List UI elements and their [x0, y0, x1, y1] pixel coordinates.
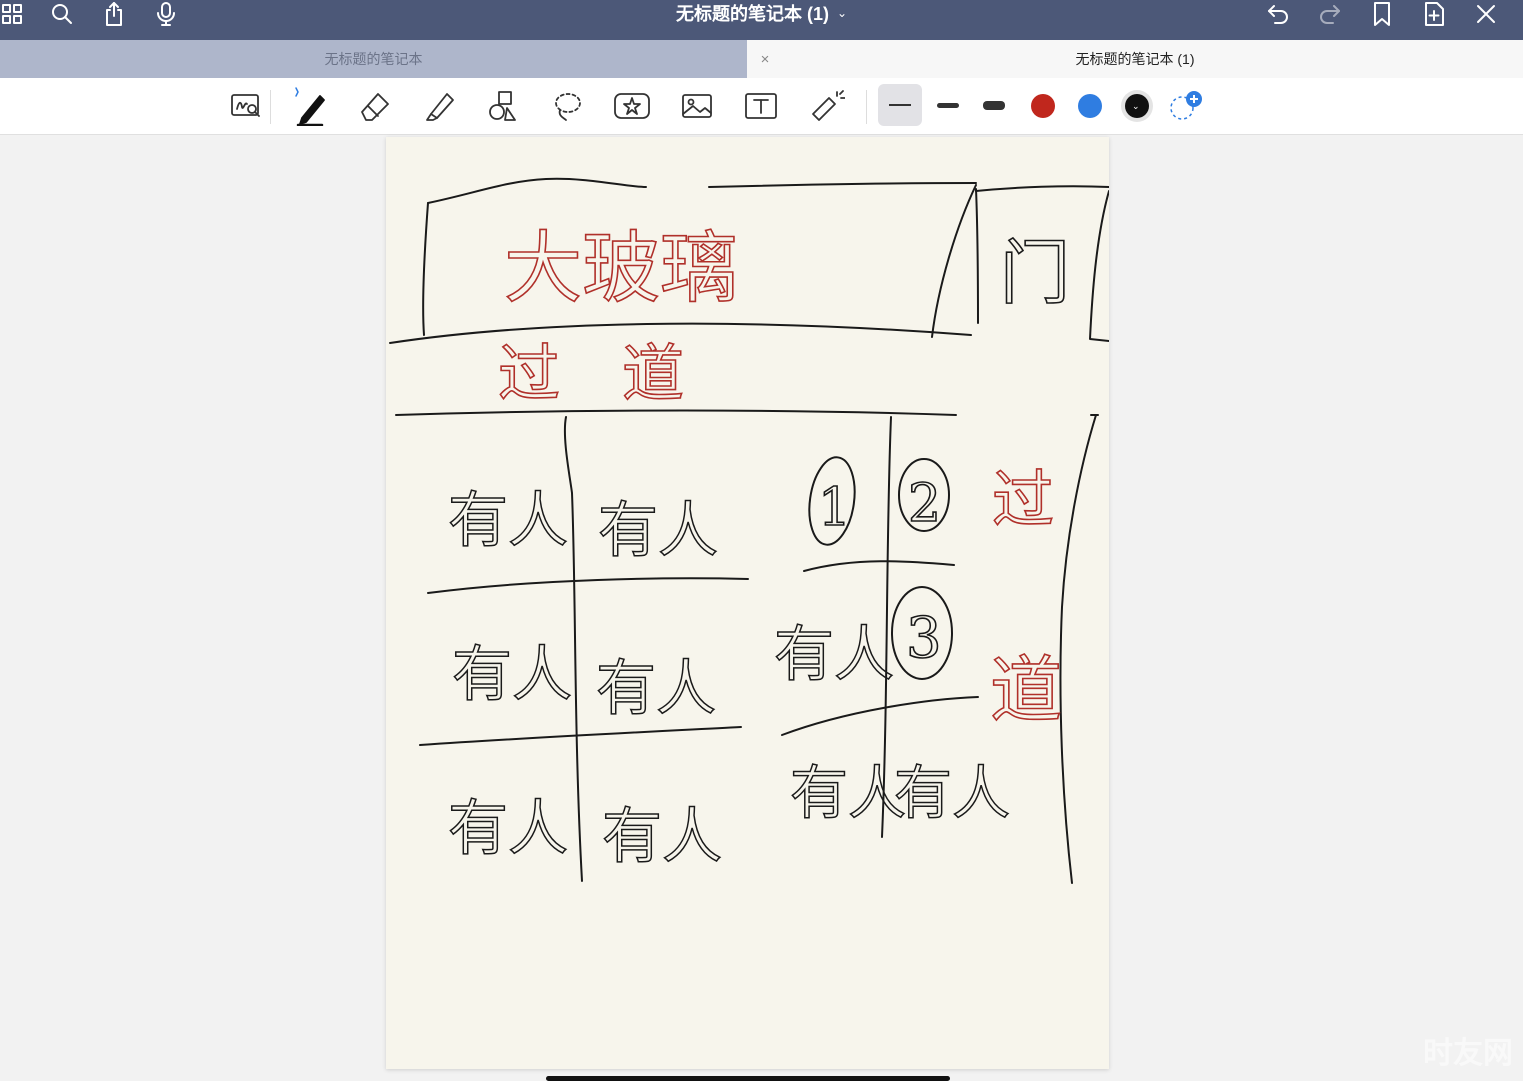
chevron-down-icon: ⌄: [836, 6, 848, 20]
drawing-toolbar: ⌄: [0, 78, 1523, 135]
seat-occupied-text: 有人: [448, 794, 568, 864]
zoom-window-tool[interactable]: [224, 86, 268, 126]
seat-occupied-text: 有人: [448, 486, 568, 556]
stroke-width-medium[interactable]: [928, 84, 968, 126]
tab-label: 无标题的笔记本 (1): [1075, 51, 1195, 67]
aisle-horizontal-text: 过 道: [498, 337, 684, 410]
close-icon[interactable]: [1466, 0, 1506, 28]
seat-occupied-text: 有人: [596, 654, 716, 724]
toolbar-divider: [270, 90, 271, 124]
seat-number-1: 1: [818, 478, 851, 538]
aisle-vertical-bottom-text: 道: [990, 648, 1062, 732]
color-red-swatch[interactable]: [1031, 94, 1055, 118]
image-tool[interactable]: [675, 86, 719, 126]
stroke-width-thin[interactable]: [878, 84, 922, 126]
color-black-swatch[interactable]: ⌄: [1121, 90, 1153, 122]
bookmark-icon[interactable]: [1362, 0, 1402, 28]
undo-icon[interactable]: [1258, 0, 1298, 28]
aisle-vertical-top-text: 过: [992, 463, 1054, 536]
highlighter-tool[interactable]: [417, 86, 461, 126]
seat-occupied-text: 有人: [894, 759, 1010, 827]
title-bar: 无标题的笔记本 (1) ⌄: [0, 0, 1523, 40]
seat-occupied-text: 有人: [774, 620, 894, 690]
chevron-down-icon: ⌄: [1132, 101, 1140, 111]
shapes-tool[interactable]: [481, 86, 525, 126]
title-window-text: 大玻璃: [504, 224, 738, 314]
seat-number-3: 3: [906, 606, 942, 671]
watermark-logo: 时友网: [1423, 1037, 1513, 1070]
add-page-icon[interactable]: [1414, 0, 1454, 28]
tab-label: 无标题的笔记本: [324, 51, 423, 67]
color-blue-swatch[interactable]: [1078, 94, 1102, 118]
document-title-text: 无标题的笔记本 (1): [675, 4, 829, 24]
toolbar-divider: [866, 90, 867, 124]
stroke-width-thick[interactable]: [974, 84, 1014, 126]
seat-occupied-text: 有人: [598, 496, 718, 566]
home-indicator: [546, 1076, 950, 1081]
tab-close-icon[interactable]: ×: [756, 49, 774, 69]
pen-tool[interactable]: [288, 86, 332, 126]
handwriting-layer: 大玻璃 过 道 过 道 门 1 2 3 有人 有人 有人 有人 有人 有人 有人…: [389, 177, 1109, 884]
laser-pointer-tool[interactable]: [804, 86, 848, 126]
text-tool[interactable]: [739, 86, 783, 126]
seat-occupied-text: 有人: [790, 759, 906, 827]
lasso-tool[interactable]: [546, 86, 590, 126]
seat-occupied-text: 有人: [602, 802, 722, 872]
seat-number-2: 2: [908, 474, 941, 534]
note-page[interactable]: 大玻璃 过 道 过 道 门 1 2 3 有人 有人 有人 有人 有人 有人 有人…: [386, 137, 1109, 1069]
redo-icon[interactable]: [1310, 0, 1350, 28]
seat-occupied-text: 有人: [452, 640, 572, 710]
sticker-tool[interactable]: [610, 86, 654, 126]
eraser-tool[interactable]: [352, 86, 396, 126]
add-color-button[interactable]: [1166, 90, 1206, 124]
tab-notebook[interactable]: 无标题的笔记本: [0, 40, 747, 78]
door-text: 门: [1000, 232, 1070, 314]
tab-notebook-1[interactable]: 无标题的笔记本 (1): [747, 40, 1523, 78]
